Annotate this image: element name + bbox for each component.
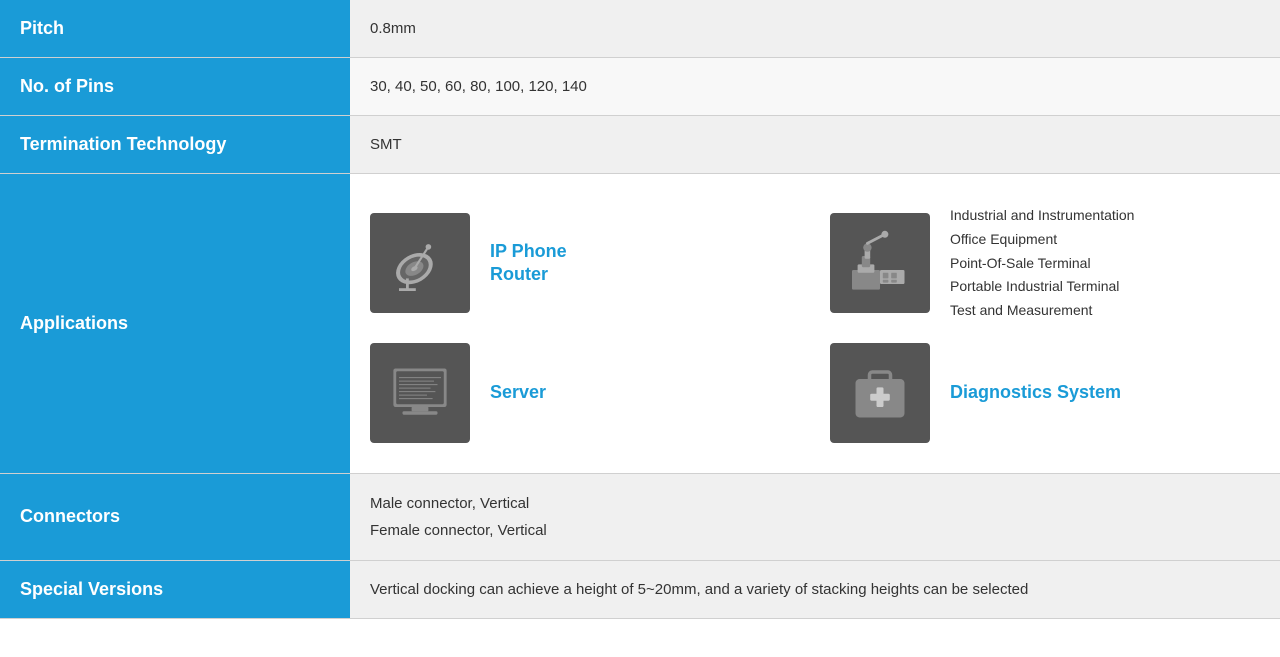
app-item-industrial: Industrial and Instrumentation Office Eq… <box>830 204 1260 323</box>
pitch-row: Pitch 0.8mm <box>0 0 1280 58</box>
server-label: Server <box>490 381 546 404</box>
pitch-value: 0.8mm <box>350 0 1280 57</box>
server-icon <box>370 343 470 443</box>
special-row: Special Versions Vertical docking can ac… <box>0 561 1280 619</box>
connectors-label: Connectors <box>0 474 350 560</box>
diagnostics-label: Diagnostics System <box>950 381 1121 404</box>
connectors-value: Male connector, Vertical Female connecto… <box>350 474 1280 560</box>
special-value: Vertical docking can achieve a height of… <box>350 561 1280 618</box>
applications-row: Applications <box>0 174 1280 474</box>
ipphone-label: IP PhoneRouter <box>490 240 567 287</box>
termination-row: Termination Technology SMT <box>0 116 1280 174</box>
applications-value: IP PhoneRouter <box>350 174 1280 473</box>
nopins-value: 30, 40, 50, 60, 80, 100, 120, 140 <box>350 58 1280 115</box>
diagnostics-icon <box>830 343 930 443</box>
special-label: Special Versions <box>0 561 350 618</box>
connector-line2: Female connector, Vertical <box>370 522 547 539</box>
industrial-icon <box>830 213 930 313</box>
termination-value: SMT <box>350 116 1280 173</box>
applications-grid: IP PhoneRouter <box>370 204 1260 443</box>
connectors-row: Connectors Male connector, Vertical Fema… <box>0 474 1280 561</box>
app-item-server: Server <box>370 343 800 443</box>
industrial-label: Industrial and Instrumentation Office Eq… <box>950 204 1134 323</box>
connectors-lines: Male connector, Vertical Female connecto… <box>370 490 547 544</box>
applications-label: Applications <box>0 174 350 473</box>
app-item-ipphone: IP PhoneRouter <box>370 204 800 323</box>
termination-label: Termination Technology <box>0 116 350 173</box>
satellite-icon <box>370 213 470 313</box>
app-item-diagnostics: Diagnostics System <box>830 343 1260 443</box>
connector-line1: Male connector, Vertical <box>370 495 529 512</box>
pitch-label: Pitch <box>0 0 350 57</box>
nopins-label: No. of Pins <box>0 58 350 115</box>
nopins-row: No. of Pins 30, 40, 50, 60, 80, 100, 120… <box>0 58 1280 116</box>
